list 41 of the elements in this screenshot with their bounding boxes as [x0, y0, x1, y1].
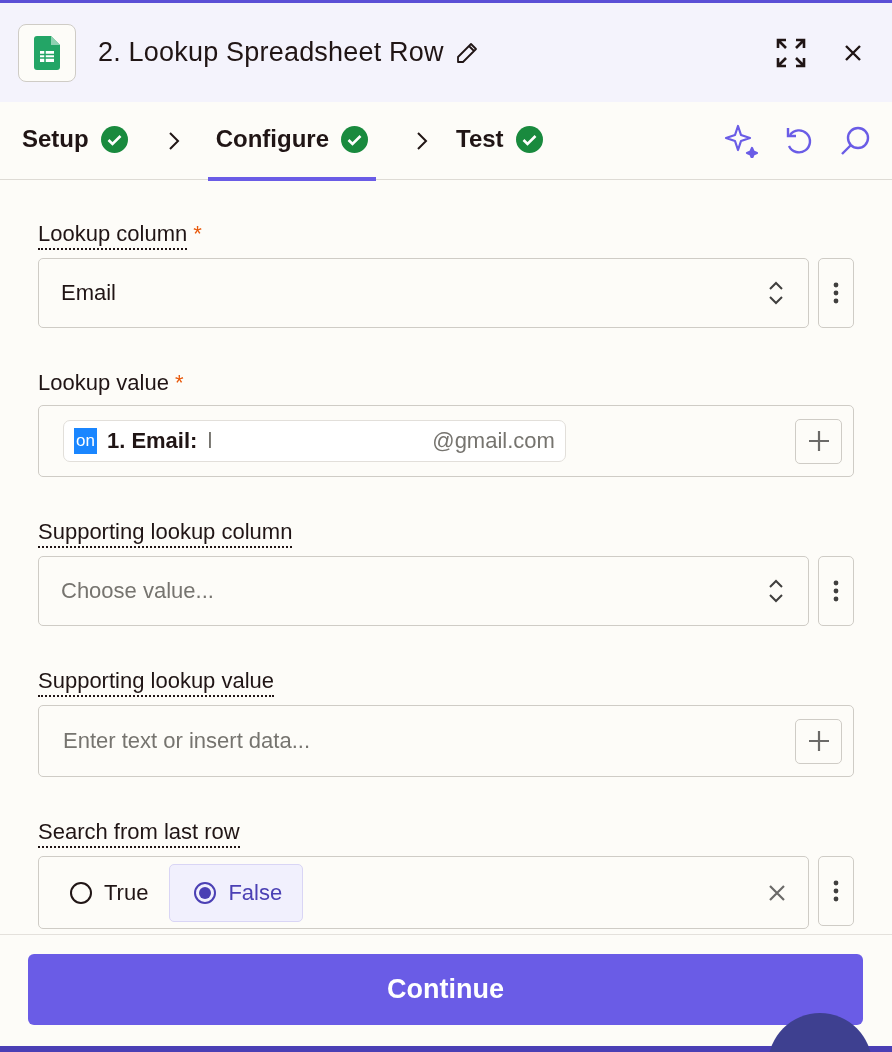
step-title: 2. Lookup Spreadsheet Row [98, 37, 444, 68]
more-icon [833, 282, 839, 304]
search-icon[interactable] [840, 125, 870, 156]
field-label: Search from last row [38, 818, 240, 848]
required-mark: * [174, 369, 184, 397]
expand-icon[interactable] [776, 37, 806, 68]
close-icon[interactable] [844, 43, 862, 62]
clear-icon[interactable] [768, 883, 786, 902]
field-label: Supporting lookup value [38, 667, 275, 697]
chevron-right-icon [416, 130, 428, 151]
step-tab[interactable]: Test [456, 102, 543, 181]
field-label: Lookup column [38, 220, 188, 250]
radio-option[interactable]: True [45, 863, 170, 922]
select-field[interactable]: Choose value... [38, 556, 809, 626]
pencil-icon[interactable] [455, 41, 478, 64]
text-field[interactable]: Enter text or insert data... [38, 705, 854, 777]
field-label: Lookup value [38, 369, 169, 397]
field-label: Supporting lookup column [38, 518, 293, 548]
insert-data-button[interactable] [795, 718, 842, 764]
plus-icon [807, 730, 830, 752]
step-tab[interactable]: Setup [22, 102, 128, 181]
required-mark: * [193, 220, 202, 248]
insert-data-button[interactable] [795, 418, 842, 464]
pill-label: 1. Email: [106, 428, 198, 454]
plus-icon [807, 430, 830, 452]
up-down-chevron-icon [768, 280, 784, 306]
select-field[interactable]: Email [38, 258, 809, 328]
chevron-right-icon [167, 130, 180, 151]
continue-button[interactable]: Continue [28, 954, 863, 1025]
step-tab[interactable]: Configure [207, 102, 376, 181]
up-down-chevron-icon [768, 578, 784, 604]
mapped-value-field[interactable]: on 1. Email: l @gmail.com [38, 405, 854, 477]
sparkle-icon[interactable] [724, 123, 758, 158]
data-pill[interactable]: on 1. Email: l @gmail.com [63, 420, 566, 462]
more-icon [833, 580, 839, 602]
radio-option[interactable]: False [169, 863, 304, 922]
app-badge: on [74, 428, 97, 454]
pill-value: l [207, 428, 213, 454]
pill-value: @gmail.com [432, 428, 555, 454]
more-icon [833, 880, 839, 902]
spreadsheet-icon [34, 35, 60, 70]
